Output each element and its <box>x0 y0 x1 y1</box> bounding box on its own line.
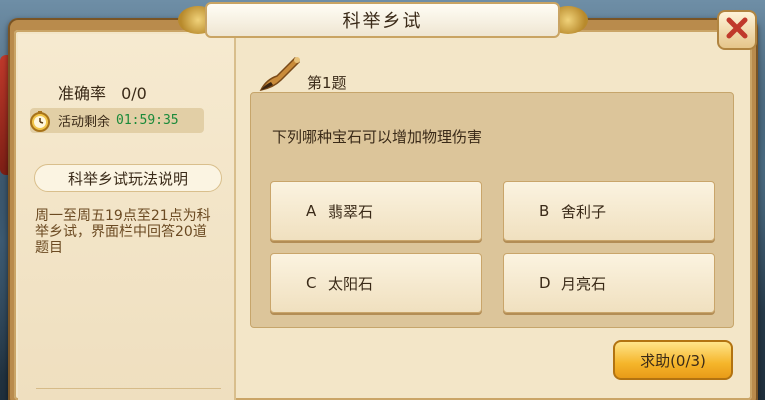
option-letter: D <box>539 274 551 292</box>
close-button[interactable] <box>717 10 757 50</box>
option-text: 舍利子 <box>561 202 607 221</box>
window-title-text: 科举乡试 <box>342 11 423 32</box>
help-button-label: 求助(0/3) <box>640 351 706 370</box>
option-text: 翡翠石 <box>328 202 374 221</box>
clock-icon <box>28 109 52 133</box>
question-number: 第1题 <box>307 74 347 92</box>
option-letter: B <box>539 202 550 220</box>
accuracy-value: 0/0 <box>121 84 147 103</box>
option-c-button[interactable]: C 太阳石 <box>270 253 482 313</box>
close-icon <box>724 15 750 45</box>
option-letter: A <box>306 202 317 220</box>
panel-divider <box>36 388 221 389</box>
option-letter: C <box>306 274 317 292</box>
help-button[interactable]: 求助(0/3) <box>613 340 733 380</box>
timer-value: 01:59:35 <box>116 113 179 128</box>
timer-label: 活动剩余 <box>58 115 111 130</box>
rules-text: 周一至周五19点至21点为科举乡试，界面栏中回答20道题目 <box>35 208 211 256</box>
option-text: 太阳石 <box>328 274 374 293</box>
accuracy-stat: 准确率 0/0 <box>58 80 147 104</box>
question-text: 下列哪种宝石可以增加物理伤害 <box>272 128 483 146</box>
option-b-button[interactable]: B 舍利子 <box>503 181 715 241</box>
activity-timer: 活动剩余 01:59:35 <box>30 108 204 133</box>
window-title: 科举乡试 <box>205 2 560 38</box>
brush-icon <box>255 52 305 94</box>
option-d-button[interactable]: D 月亮石 <box>503 253 715 313</box>
option-text: 月亮石 <box>561 274 607 293</box>
option-a-button[interactable]: A 翡翠石 <box>270 181 482 241</box>
accuracy-label: 准确率 <box>58 84 107 103</box>
rules-title: 科举乡试玩法说明 <box>34 164 222 192</box>
